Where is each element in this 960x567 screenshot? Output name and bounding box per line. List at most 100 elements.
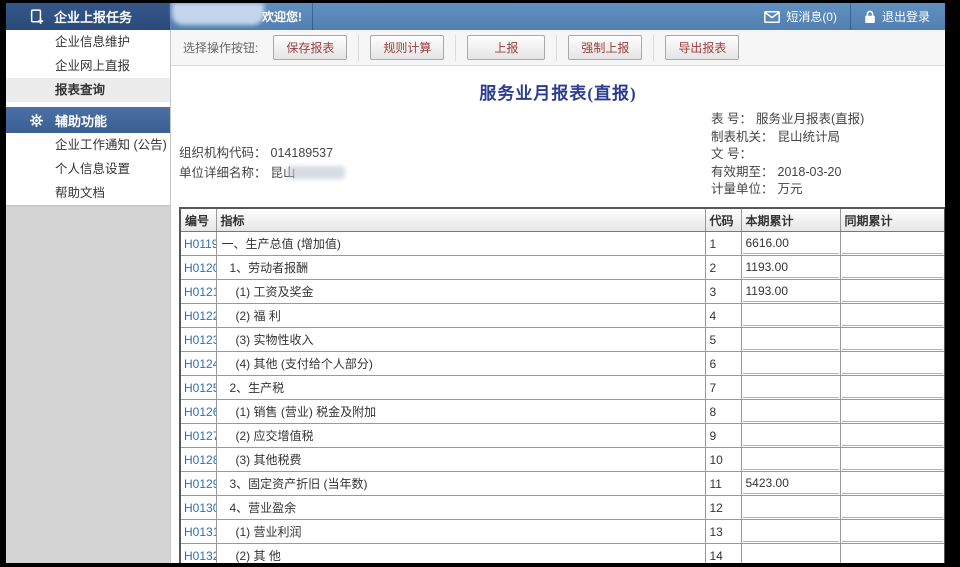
same-period-input[interactable] bbox=[842, 354, 944, 374]
report-meta-value: 昆山统计局 bbox=[778, 130, 841, 144]
sidebar-item[interactable]: 企业网上直报 bbox=[6, 54, 170, 78]
current-period-input[interactable] bbox=[743, 402, 839, 422]
current-period-cell: 5423.00 bbox=[741, 472, 840, 496]
row-id-link[interactable]: H0132 bbox=[180, 544, 216, 564]
row-id-link[interactable]: H0123 bbox=[180, 328, 216, 352]
code-cell: 7 bbox=[705, 376, 741, 400]
toolbar-button[interactable]: 上报 bbox=[467, 35, 545, 60]
topbar-divider bbox=[312, 3, 313, 30]
toolbar-button[interactable]: 保存报表 bbox=[273, 35, 347, 60]
toolbar-button-divider bbox=[653, 35, 654, 61]
row-id-link[interactable]: H0129 bbox=[180, 472, 216, 496]
same-period-input[interactable] bbox=[842, 234, 944, 254]
same-period-input[interactable] bbox=[842, 378, 944, 398]
current-period-cell bbox=[741, 376, 840, 400]
code-cell: 10 bbox=[705, 448, 741, 472]
same-period-input[interactable] bbox=[842, 450, 944, 470]
row-id-link[interactable]: H0130 bbox=[180, 496, 216, 520]
toolbar-button[interactable]: 导出报表 bbox=[665, 35, 739, 60]
app-title-bar: 企业上报任务 bbox=[6, 3, 170, 30]
current-period-input[interactable]: 1193.00 bbox=[743, 258, 839, 278]
same-period-cell bbox=[840, 328, 945, 352]
row-id-link[interactable]: H0124 bbox=[180, 352, 216, 376]
topbar: 企业上报任务 欢迎您! 短消息(0) bbox=[6, 3, 945, 30]
current-period-input[interactable] bbox=[743, 330, 839, 350]
row-id-link[interactable]: H0127 bbox=[180, 424, 216, 448]
current-period-input[interactable] bbox=[743, 450, 839, 470]
current-period-input[interactable] bbox=[743, 378, 839, 398]
sidebar-filler bbox=[6, 205, 170, 563]
same-period-input[interactable] bbox=[842, 522, 944, 542]
toolbar-button[interactable]: 强制上报 bbox=[568, 35, 642, 60]
row-id-link[interactable]: H0125 bbox=[180, 376, 216, 400]
current-period-cell bbox=[741, 448, 840, 472]
current-period-input[interactable]: 5423.00 bbox=[743, 474, 839, 494]
current-period-input[interactable] bbox=[743, 522, 839, 542]
code-cell: 9 bbox=[705, 424, 741, 448]
unit-name-redacted bbox=[287, 166, 345, 179]
row-id-link[interactable]: H0121 bbox=[180, 280, 216, 304]
row-id-link[interactable]: H0119 bbox=[180, 232, 216, 256]
messages-button[interactable]: 短消息(0) bbox=[751, 3, 850, 30]
topbar-actions: 短消息(0) 退出登录 bbox=[751, 3, 945, 30]
code-cell: 13 bbox=[705, 520, 741, 544]
current-period-input[interactable] bbox=[743, 354, 839, 374]
same-period-input[interactable] bbox=[842, 402, 944, 422]
same-period-input[interactable] bbox=[842, 426, 944, 446]
same-period-input[interactable] bbox=[842, 546, 944, 563]
report-meta-label: 制表机关： bbox=[711, 130, 774, 144]
code-cell: 4 bbox=[705, 304, 741, 328]
row-id-link[interactable]: H0122 bbox=[180, 304, 216, 328]
indicator-cell: (1) 销售 (营业) 税金及附加 bbox=[216, 400, 705, 424]
row-id-link[interactable]: H0128 bbox=[180, 448, 216, 472]
table-row: H0123(3) 实物性收入5 bbox=[180, 328, 945, 352]
report-meta-value: 万元 bbox=[778, 182, 803, 196]
current-period-input[interactable]: 6616.00 bbox=[743, 234, 839, 254]
sidebar-item[interactable]: 企业工作通知 (公告) bbox=[6, 133, 170, 157]
row-id-link[interactable]: H0120 bbox=[180, 256, 216, 280]
app-title: 企业上报任务 bbox=[54, 7, 132, 26]
same-period-input[interactable] bbox=[842, 474, 944, 494]
row-id-link[interactable]: H0126 bbox=[180, 400, 216, 424]
table-row: H0127(2) 应交增值税9 bbox=[180, 424, 945, 448]
column-header: 代码 bbox=[705, 208, 741, 232]
current-period-cell bbox=[741, 328, 840, 352]
current-period-input[interactable] bbox=[743, 498, 839, 518]
unit-name-line: 单位详细名称：昆山 bbox=[179, 163, 345, 183]
indicator-cell: (4) 其他 (支付给个人部分) bbox=[216, 352, 705, 376]
messages-label: 短消息(0) bbox=[786, 8, 837, 25]
toolbar-label: 选择操作按钮: bbox=[183, 39, 258, 56]
code-cell: 3 bbox=[705, 280, 741, 304]
topbar-user-area: 欢迎您! 短消息(0) 退 bbox=[170, 3, 945, 30]
indicator-cell: (2) 应交增值税 bbox=[216, 424, 705, 448]
toolbar-button[interactable]: 规则计算 bbox=[370, 35, 444, 60]
current-period-input[interactable] bbox=[743, 546, 839, 563]
table-row: H01201、劳动者报酬21193.00 bbox=[180, 256, 945, 280]
logout-button[interactable]: 退出登录 bbox=[850, 3, 943, 30]
same-period-input[interactable] bbox=[842, 306, 944, 326]
row-id-link[interactable]: H0131 bbox=[180, 520, 216, 544]
table-row: H01304、营业盈余12 bbox=[180, 496, 945, 520]
current-period-cell bbox=[741, 400, 840, 424]
current-period-input[interactable] bbox=[743, 306, 839, 326]
sidebar-item[interactable]: 帮助文档 bbox=[6, 181, 170, 205]
same-period-input[interactable] bbox=[842, 258, 944, 278]
indicator-cell: (1) 营业利润 bbox=[216, 520, 705, 544]
same-period-input[interactable] bbox=[842, 330, 944, 350]
code-cell: 8 bbox=[705, 400, 741, 424]
org-code-label: 组织机构代码： bbox=[179, 146, 267, 160]
current-period-input[interactable]: 1193.00 bbox=[743, 282, 839, 302]
same-period-cell bbox=[840, 376, 945, 400]
report-title: 服务业月报表(直报) bbox=[171, 79, 945, 104]
same-period-input[interactable] bbox=[842, 282, 944, 302]
sidebar-menu: 企业信息维护企业网上直报报表查询辅助功能企业工作通知 (公告)个人信息设置帮助文… bbox=[6, 30, 170, 205]
report-meta-line: 表 号：服务业月报表(直报) bbox=[711, 111, 864, 129]
current-period-input[interactable] bbox=[743, 426, 839, 446]
sidebar-item[interactable]: 个人信息设置 bbox=[6, 157, 170, 181]
sidebar-item[interactable]: 报表查询 bbox=[6, 78, 170, 102]
table-row: H01252、生产税7 bbox=[180, 376, 945, 400]
same-period-input[interactable] bbox=[842, 498, 944, 518]
lock-icon bbox=[864, 10, 876, 24]
report-meta-line: 有效期至：2018-03-20 bbox=[711, 164, 864, 182]
sidebar-item[interactable]: 企业信息维护 bbox=[6, 30, 170, 54]
